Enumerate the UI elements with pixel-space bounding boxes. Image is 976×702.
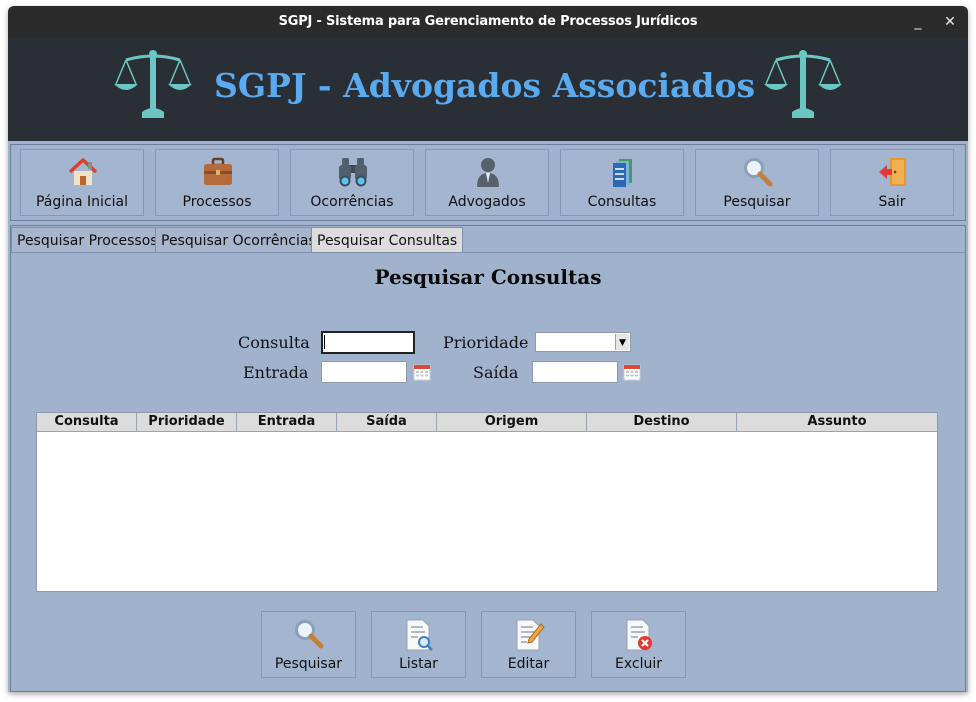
calendar-icon[interactable] (623, 363, 641, 381)
exit-door-icon (879, 158, 906, 186)
nav-sair-button[interactable]: Sair (830, 149, 954, 216)
search-icon (744, 158, 773, 187)
pesquisar-button-label: Pesquisar (274, 656, 343, 672)
home-icon (68, 158, 98, 185)
results-table[interactable]: Consulta Prioridade Entrada Saída Origem… (36, 412, 938, 592)
column-header-origem[interactable]: Origem (437, 413, 587, 432)
banner-title: SGPJ - Advogados Associados (214, 66, 756, 105)
calendar-icon[interactable] (413, 363, 431, 381)
tab-pesquisar-consultas[interactable]: Pesquisar Consultas (311, 227, 464, 253)
document-edit-icon (516, 619, 545, 651)
saida-label: Saída (473, 363, 519, 382)
column-header-entrada[interactable]: Entrada (237, 413, 337, 432)
column-header-destino[interactable]: Destino (587, 413, 737, 432)
column-header-prioridade[interactable]: Prioridade (137, 413, 237, 432)
user-icon (477, 158, 499, 187)
page-title: Pesquisar Consultas (374, 265, 602, 289)
nav-ocorrencias-button[interactable]: Ocorrências (290, 149, 414, 216)
tabbed-pane: Pesquisar Processos Pesquisar Ocorrência… (10, 225, 966, 692)
consulta-label: Consulta (238, 333, 310, 352)
document-search-icon (406, 619, 433, 651)
editar-button[interactable]: Editar (481, 611, 576, 678)
title-bar: SGPJ - Sistema para Gerenciamento de Pro… (8, 6, 968, 38)
chevron-down-icon[interactable]: ▼ (615, 334, 629, 350)
prioridade-select[interactable]: ▼ (535, 332, 631, 352)
saida-date-field[interactable] (532, 361, 618, 383)
header-banner: SGPJ - Advogados Associados (8, 38, 968, 141)
nav-consultas-label: Consultas (587, 194, 657, 210)
nav-advogados-label: Advogados (448, 194, 526, 210)
excluir-button-label: Excluir (615, 656, 662, 672)
nav-sair-label: Sair (878, 194, 906, 210)
text-caret (324, 335, 325, 349)
prioridade-label: Prioridade (443, 333, 529, 352)
column-header-saida[interactable]: Saída (337, 413, 437, 432)
entrada-date-field[interactable] (321, 361, 407, 383)
nav-processos-button[interactable]: Processos (155, 149, 279, 216)
documents-icon (613, 159, 632, 187)
tab-panel: Pesquisar Consultas Consulta Prioridade … (11, 252, 965, 691)
listar-button-label: Listar (399, 656, 438, 672)
column-header-consulta[interactable]: Consulta (37, 413, 137, 432)
main-toolbar: Página Inicial Processos Ocorrências Adv… (10, 144, 966, 221)
briefcase-icon (204, 157, 232, 185)
nav-home-button[interactable]: Página Inicial (20, 149, 144, 216)
nav-advogados-button[interactable]: Advogados (425, 149, 549, 216)
minimize-button[interactable]: _ (908, 12, 928, 32)
window-title: SGPJ - Sistema para Gerenciamento de Pro… (278, 14, 698, 29)
table-header: Consulta Prioridade Entrada Saída Origem… (37, 413, 937, 432)
editar-button-label: Editar (507, 656, 550, 672)
scales-of-justice-icon (764, 50, 842, 118)
listar-button[interactable]: Listar (371, 611, 466, 678)
document-delete-icon (626, 619, 652, 651)
consulta-input[interactable] (321, 331, 415, 354)
app-window: SGPJ - Sistema para Gerenciamento de Pro… (8, 6, 968, 692)
close-button[interactable]: ✕ (940, 12, 960, 32)
entrada-label: Entrada (243, 363, 309, 382)
tab-pesquisar-ocorrencias[interactable]: Pesquisar Ocorrências (155, 227, 322, 252)
nav-processos-label: Processos (182, 194, 252, 210)
column-header-assunto[interactable]: Assunto (737, 413, 937, 432)
search-icon (295, 620, 324, 649)
tab-pesquisar-processos[interactable]: Pesquisar Processos (11, 227, 164, 252)
binoculars-icon (339, 158, 367, 187)
nav-pesquisar-button[interactable]: Pesquisar (695, 149, 819, 216)
nav-pesquisar-label: Pesquisar (723, 194, 791, 210)
excluir-button[interactable]: Excluir (591, 611, 686, 678)
scales-of-justice-icon (114, 50, 192, 118)
nav-consultas-button[interactable]: Consultas (560, 149, 684, 216)
nav-home-label: Página Inicial (35, 194, 129, 210)
pesquisar-button[interactable]: Pesquisar (261, 611, 356, 678)
nav-ocorrencias-label: Ocorrências (310, 194, 394, 210)
